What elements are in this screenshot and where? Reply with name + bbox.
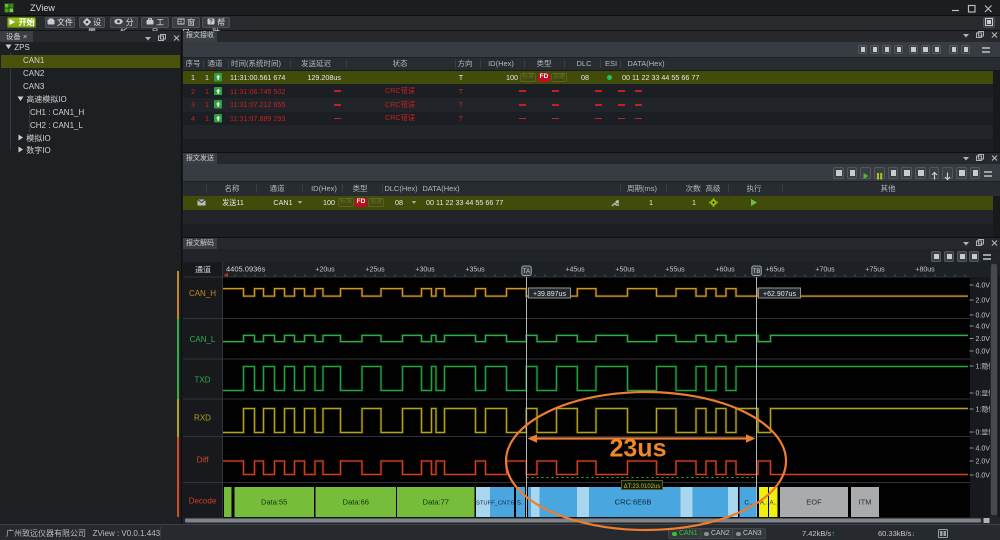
svg-text:STUFF_CNT:6: STUFF_CNT:6 xyxy=(476,501,514,507)
svg-text:0.0V: 0.0V xyxy=(976,313,991,320)
svg-text:ITM: ITM xyxy=(859,498,872,507)
svg-text:2.0V: 2.0V xyxy=(976,336,991,343)
svg-text:+39.897us: +39.897us xyxy=(533,291,566,298)
svg-text:通道: 通道 xyxy=(195,265,211,275)
svg-text:+75us: +75us xyxy=(865,267,885,274)
svg-text:4.0V: 4.0V xyxy=(976,446,991,453)
svg-text:EOF: EOF xyxy=(806,498,822,507)
svg-text:0.0V: 0.0V xyxy=(976,473,991,480)
svg-text:Decode: Decode xyxy=(189,496,217,505)
svg-text:CAN_H: CAN_H xyxy=(189,289,216,298)
svg-text:+65us: +65us xyxy=(765,267,785,274)
svg-text:+20us: +20us xyxy=(315,267,335,274)
svg-text:+45us: +45us xyxy=(565,267,585,274)
svg-text:+35us: +35us xyxy=(465,267,485,274)
svg-text:2.0V: 2.0V xyxy=(976,459,991,466)
svg-text:Data:66: Data:66 xyxy=(343,498,369,507)
svg-text:?: ? xyxy=(209,20,213,26)
svg-text:CAN_L: CAN_L xyxy=(190,335,216,344)
svg-text:S..: S.. xyxy=(517,501,525,507)
svg-text:TB: TB xyxy=(753,269,761,275)
svg-text:+25us: +25us xyxy=(365,267,385,274)
svg-text:CRC:6E6B: CRC:6E6B xyxy=(615,498,652,507)
svg-text:+80us: +80us xyxy=(915,267,935,274)
svg-text:RXD: RXD xyxy=(194,413,211,422)
svg-text:Diff: Diff xyxy=(197,455,210,464)
svg-text:2.0V: 2.0V xyxy=(976,298,991,305)
svg-text:+60us: +60us xyxy=(715,267,735,274)
svg-text:0.0V: 0.0V xyxy=(976,349,991,356)
svg-text:TXD: TXD xyxy=(195,375,211,384)
svg-text:ΔT:23.0102us: ΔT:23.0102us xyxy=(624,484,661,490)
svg-text:+30us: +30us xyxy=(415,267,435,274)
svg-text:A..: A.. xyxy=(760,501,768,507)
svg-text:4405.0936s: 4405.0936s xyxy=(226,265,265,274)
svg-text:Data:77: Data:77 xyxy=(423,498,449,507)
svg-text:TA: TA xyxy=(523,269,530,275)
svg-text:4.0V: 4.0V xyxy=(976,283,991,290)
svg-text:A..: A.. xyxy=(770,501,778,507)
svg-text:4.0V: 4.0V xyxy=(976,324,991,331)
svg-text:+55us: +55us xyxy=(665,267,685,274)
svg-text:+50us: +50us xyxy=(615,267,635,274)
svg-text:+70us: +70us xyxy=(815,267,835,274)
svg-text:+62.907us: +62.907us xyxy=(763,291,796,298)
svg-text:Data:55: Data:55 xyxy=(261,498,287,507)
svg-text:C..: C.. xyxy=(744,501,752,507)
